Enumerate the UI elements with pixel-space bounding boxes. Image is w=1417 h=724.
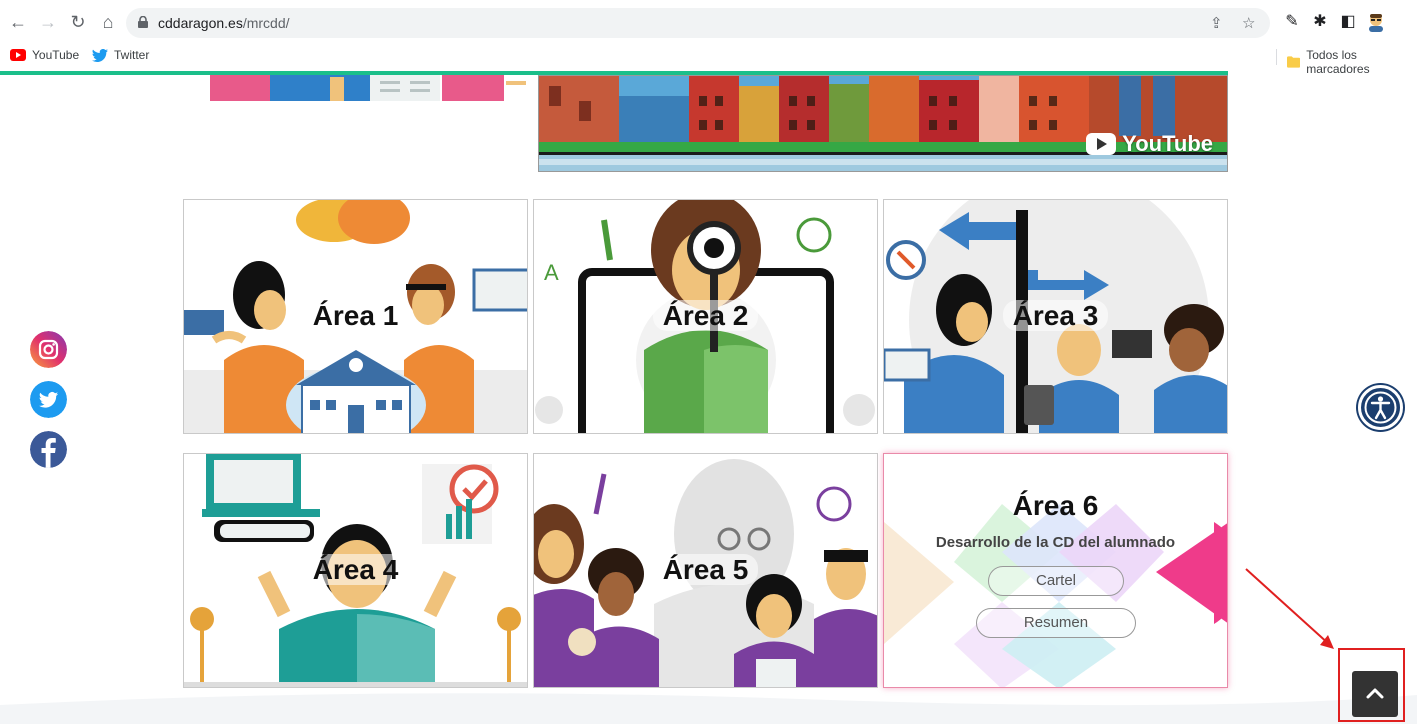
profile-avatar[interactable] bbox=[1366, 12, 1386, 32]
youtube-play-icon bbox=[1086, 133, 1117, 155]
bookmarks-bar: YouTube Twitter Todos los marcadores bbox=[0, 44, 1417, 76]
address-bar[interactable]: cddaragon.es/mrcdd/ ⇪ ☆ bbox=[126, 8, 1270, 38]
bookmark-youtube[interactable]: YouTube bbox=[10, 48, 79, 62]
area-6-subtitle: Desarrollo de la CD del alumnado bbox=[935, 534, 1176, 551]
youtube-icon bbox=[10, 49, 26, 61]
youtube-logo-text: YouTube bbox=[1122, 131, 1213, 156]
area-1-title: Área 1 bbox=[184, 300, 527, 332]
bookmarks-divider bbox=[1276, 49, 1277, 65]
bookmark-twitter[interactable]: Twitter bbox=[92, 48, 149, 62]
bookmark-star-icon[interactable]: ☆ bbox=[1242, 14, 1255, 32]
folder-icon bbox=[1287, 56, 1301, 68]
banner-left-image bbox=[210, 75, 526, 101]
chevron-up-icon bbox=[1366, 688, 1384, 699]
footer-wave bbox=[0, 693, 1417, 724]
area-3-title: Área 3 bbox=[884, 300, 1227, 332]
url-text[interactable]: cddaragon.es/mrcdd/ bbox=[158, 15, 290, 31]
bookmark-label: YouTube bbox=[32, 48, 80, 62]
area-4-title: Área 4 bbox=[184, 554, 527, 586]
bookmark-label: Twitter bbox=[114, 48, 150, 62]
bookmarks-folder[interactable]: Todos los marcadores bbox=[1287, 48, 1417, 76]
area-5-title: Área 5 bbox=[534, 554, 877, 586]
svg-text:A: A bbox=[544, 260, 559, 285]
browser-toolbar: ← → ↻ ⌂ cddaragon.es/mrcdd/ ⇪ ☆ ✎ ✱ ◧ bbox=[0, 0, 1417, 44]
bruges-illustration bbox=[539, 76, 1227, 171]
area-2-card[interactable]: A Área 2 bbox=[533, 199, 878, 434]
side-panel-icon[interactable]: ◧ bbox=[1338, 12, 1358, 32]
home-icon[interactable]: ⌂ bbox=[96, 10, 120, 34]
twitter-icon[interactable] bbox=[30, 381, 67, 418]
back-arrow-icon[interactable]: ← bbox=[6, 10, 30, 34]
accessibility-icon bbox=[1364, 391, 1397, 424]
eyedropper-icon[interactable]: ✎ bbox=[1282, 12, 1302, 32]
area-6-card[interactable]: Área 6 Desarrollo de la CD del alumnado … bbox=[883, 453, 1228, 688]
cartel-button[interactable]: Cartel bbox=[988, 566, 1124, 596]
accessibility-button[interactable] bbox=[1358, 385, 1403, 430]
page-content: YouTube Área 1 A Área 2 Área 3 Área 4 Ár… bbox=[0, 75, 1417, 724]
youtube-logo: YouTube bbox=[1086, 131, 1213, 157]
area-4-card[interactable]: Área 4 bbox=[183, 453, 528, 688]
annotation-arrow bbox=[1245, 568, 1334, 649]
resumen-button[interactable]: Resumen bbox=[976, 608, 1136, 638]
share-icon[interactable]: ⇪ bbox=[1210, 14, 1223, 32]
twitter-bird-icon bbox=[92, 48, 108, 62]
url-path: /mrcdd/ bbox=[242, 15, 290, 31]
area-6-title: Área 6 bbox=[1012, 490, 1099, 521]
scroll-to-top-button[interactable] bbox=[1352, 671, 1398, 717]
instagram-icon[interactable] bbox=[30, 331, 67, 368]
area-1-card[interactable]: Área 1 bbox=[183, 199, 528, 434]
extensions-puzzle-icon[interactable]: ✱ bbox=[1310, 12, 1330, 32]
area-3-card[interactable]: Área 3 bbox=[883, 199, 1228, 434]
url-domain: cddaragon.es bbox=[158, 15, 243, 31]
area-5-card[interactable]: Área 5 bbox=[533, 453, 878, 688]
youtube-video-banner[interactable]: YouTube bbox=[538, 75, 1228, 172]
forward-arrow-icon[interactable]: → bbox=[36, 10, 60, 34]
lock-icon bbox=[138, 16, 148, 28]
facebook-icon[interactable] bbox=[30, 431, 67, 468]
bookmarks-folder-label: Todos los marcadores bbox=[1306, 48, 1370, 76]
reload-icon[interactable]: ↻ bbox=[66, 10, 90, 34]
area-2-title: Área 2 bbox=[534, 300, 877, 332]
